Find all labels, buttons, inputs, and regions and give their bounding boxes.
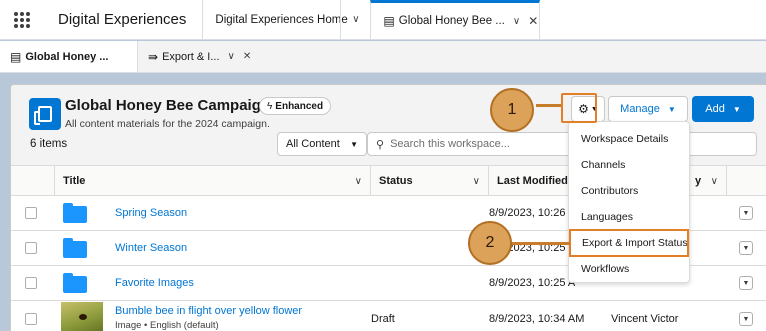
callout-1-badge: 1 — [490, 88, 534, 132]
tab-workspace-label: Global Honey Bee ... — [398, 15, 505, 27]
add-button-label: Add — [705, 103, 725, 115]
item-count: 6 items — [30, 138, 68, 150]
row-checkbox[interactable] — [25, 313, 37, 325]
bolt-icon: ϟ — [267, 100, 273, 112]
row-actions-chevron-icon[interactable]: ▼ — [739, 312, 753, 326]
workspace-description: All content materials for the 2024 campa… — [65, 118, 270, 130]
row-modified-by: Vincent Victor — [611, 313, 679, 325]
close-icon[interactable]: ✕ — [528, 14, 538, 28]
callout-2-badge: 2 — [468, 221, 512, 265]
search-icon: ⚲ — [376, 138, 385, 151]
page-title: Global Honey Bee Campaign — [65, 97, 271, 114]
caret-down-icon: ▼ — [732, 104, 741, 114]
enhanced-badge: ϟ Enhanced — [259, 97, 332, 115]
workspace-subtab-icon: ▤ — [10, 49, 22, 64]
search-placeholder: Search this workspace... — [390, 138, 510, 150]
column-title[interactable]: Title ∨ — [55, 166, 371, 196]
menu-item-contributors[interactable]: Contributors — [569, 178, 689, 204]
tab-home[interactable]: Digital Experiences Home — [202, 0, 348, 39]
app-launcher-icon[interactable] — [0, 0, 44, 39]
select-all-column — [11, 166, 55, 196]
chevron-down-icon[interactable]: ∨ — [355, 176, 362, 187]
chevron-down-icon[interactable]: ∨ — [711, 176, 718, 187]
menu-item-workflows[interactable]: Workflows — [569, 256, 689, 282]
row-modified: 8/9/2023, 10:26 A — [489, 207, 576, 219]
caret-down-icon: ▼ — [350, 139, 358, 149]
subtab-export[interactable]: ⇛ Export & I... ∨ ✕ — [138, 41, 261, 72]
close-icon[interactable]: ✕ — [243, 51, 251, 62]
add-button[interactable]: Add ▼ — [692, 96, 754, 122]
folder-icon — [63, 273, 87, 293]
workspace-icon — [29, 98, 61, 130]
manage-button-label: Manage — [620, 103, 660, 115]
subtab-bar: ▤ Global Honey ... ⇛ Export & I... ∨ ✕ — [0, 41, 766, 73]
row-actions-chevron-icon[interactable]: ▼ — [739, 206, 753, 220]
tab-home-label: Digital Experiences Home — [215, 13, 348, 26]
row-modified: 8/9/2023, 10:34 AM — [489, 313, 585, 325]
row-title-link[interactable]: Winter Season — [115, 242, 187, 254]
row-checkbox[interactable] — [25, 242, 37, 254]
row-checkbox[interactable] — [25, 207, 37, 219]
chevron-down-icon[interactable]: ∨ — [228, 51, 235, 62]
app-name: Digital Experiences — [58, 11, 187, 28]
column-status-label: Status — [379, 175, 413, 187]
menu-item-export-import-status[interactable]: Export & Import Status — [569, 229, 689, 257]
menu-item-workspace-details[interactable]: Workspace Details — [569, 126, 689, 152]
row-actions-chevron-icon[interactable]: ▼ — [739, 276, 753, 290]
row-checkbox[interactable] — [25, 277, 37, 289]
row-meta: Image • English (default) — [115, 320, 219, 331]
enhanced-badge-label: Enhanced — [275, 100, 324, 112]
subtab-workspace-label: Global Honey ... — [25, 50, 109, 63]
content-filter-value: All Content — [286, 138, 340, 150]
table-row[interactable]: Bumble bee in flight over yellow flower … — [11, 301, 766, 331]
menu-item-channels[interactable]: Channels — [569, 152, 689, 178]
manage-dropdown-menu: Workspace Details Channels Contributors … — [568, 121, 690, 283]
menu-item-languages[interactable]: Languages — [569, 204, 689, 230]
chevron-down-icon[interactable]: ∨ — [513, 16, 520, 27]
column-status[interactable]: Status ∨ — [371, 166, 489, 196]
row-actions-chevron-icon[interactable]: ▼ — [739, 241, 753, 255]
column-title-label: Title — [63, 175, 86, 187]
callout-2-connector — [512, 242, 570, 245]
column-modified-by-label: y — [695, 175, 702, 187]
callout-1-connector — [536, 104, 562, 107]
export-icon: ⇛ — [148, 49, 159, 64]
tab-workspace[interactable]: ▤ Global Honey Bee ... ∨ ✕ — [370, 0, 541, 39]
image-thumbnail[interactable] — [61, 302, 103, 331]
row-title-link[interactable]: Bumble bee in flight over yellow flower — [115, 305, 302, 317]
folder-icon — [63, 238, 87, 258]
row-modified: 8/9/2023, 10:25 A — [489, 277, 576, 289]
workspace-tab-icon: ▤ — [383, 14, 395, 28]
caret-down-icon: ▼ — [667, 104, 676, 114]
subtab-workspace[interactable]: ▤ Global Honey ... — [0, 41, 138, 72]
content-filter-select[interactable]: All Content ▼ — [277, 132, 367, 156]
row-status: Draft — [371, 313, 395, 325]
folder-icon — [63, 203, 87, 223]
row-title-link[interactable]: Spring Season — [115, 207, 187, 219]
subtab-export-label: Export & I... — [162, 50, 220, 63]
row-title-link[interactable]: Favorite Images — [115, 277, 194, 289]
tab-menu-chevron-icon[interactable]: ∨ — [340, 0, 370, 39]
callout-1-highlight — [561, 93, 597, 123]
manage-button[interactable]: Manage ▼ — [608, 96, 688, 122]
search-input[interactable]: ⚲ Search this workspace... — [367, 132, 757, 156]
app-header: Digital Experiences Digital Experiences … — [0, 0, 766, 40]
chevron-down-icon[interactable]: ∨ — [473, 176, 480, 187]
